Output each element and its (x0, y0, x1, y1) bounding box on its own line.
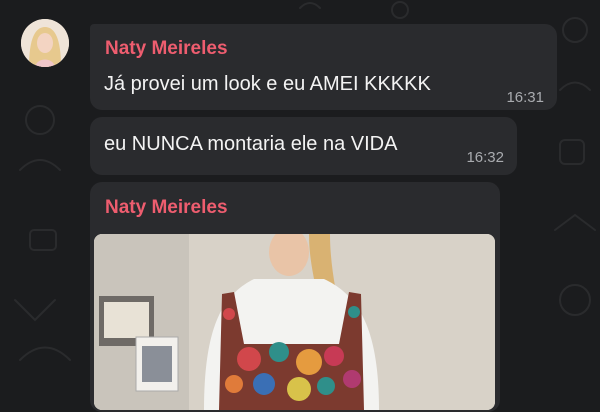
avatar-photo (21, 19, 69, 67)
message-bubble-1[interactable]: Naty Meireles Já provei um look e eu AME… (90, 24, 557, 110)
message-text: Já provei um look e eu AMEI KKKKK (104, 73, 431, 95)
message-time: 16:31 (506, 89, 544, 106)
message-bubble-3[interactable]: Naty Meireles (90, 182, 500, 412)
message-time: 16:32 (466, 149, 504, 166)
message-bubble-2[interactable]: eu NUNCA montaria ele na VIDA 16:32 (90, 117, 517, 175)
outfit-photo (94, 234, 495, 410)
sender-avatar[interactable] (21, 19, 69, 67)
photo-attachment[interactable] (94, 234, 495, 410)
sender-name[interactable]: Naty Meireles (105, 38, 228, 60)
message-text: eu NUNCA montaria ele na VIDA (104, 133, 398, 155)
sender-name[interactable]: Naty Meireles (105, 197, 228, 219)
